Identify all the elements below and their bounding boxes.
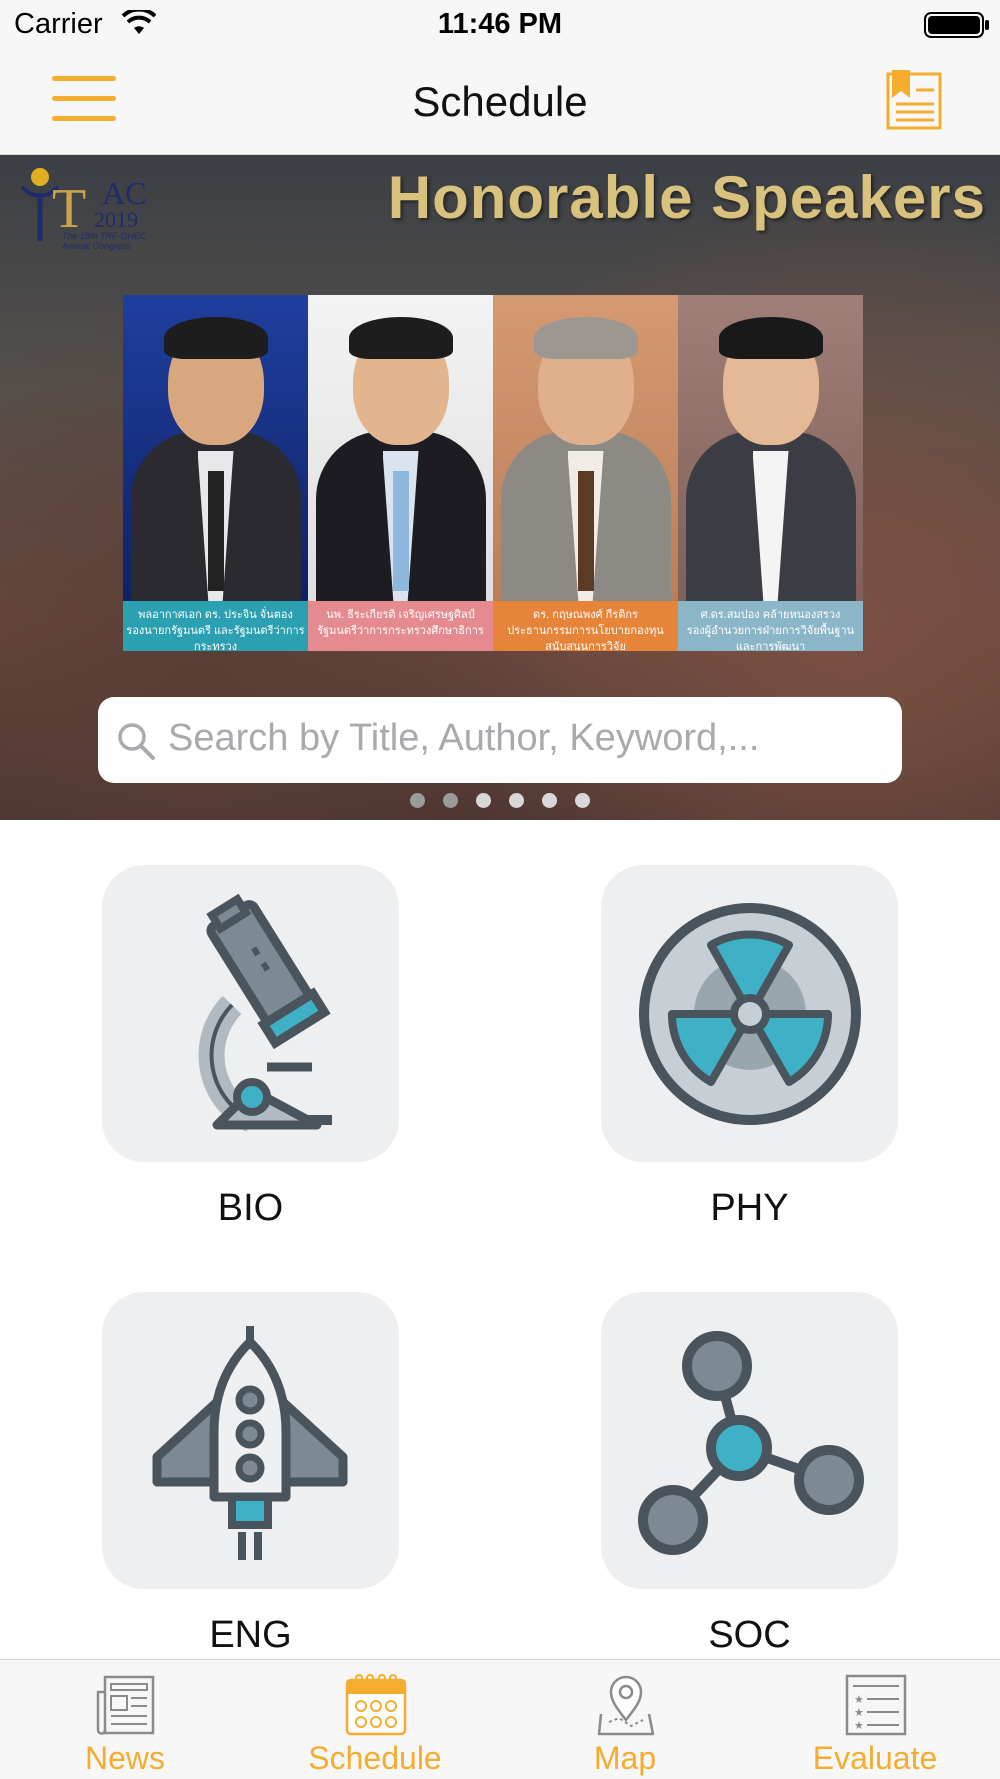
speaker-name: ศ.ดร.สมปอง คล้ายหนองสรวง [700, 609, 841, 621]
category-tile-eng[interactable] [102, 1292, 399, 1589]
svg-text:★: ★ [854, 1719, 864, 1732]
tab-schedule[interactable]: Schedule [250, 1660, 500, 1779]
speaker-name: พลอากาศเอก ดร. ประจิน จั่นตอง [138, 609, 293, 621]
tab-label: Evaluate [812, 1740, 938, 1776]
page-dot[interactable] [476, 793, 491, 808]
logo-subtitle: The 18th TRF-OHEC Annual Congress [62, 231, 147, 251]
category-tile-phy[interactable] [601, 865, 898, 1162]
newspaper-icon [96, 1675, 155, 1735]
speaker-name: นพ. ธีระเกียรติ เจริญเศรษฐศิลป์ [326, 609, 475, 621]
tab-bar: News Schedule Map ★ ★ ★ Evaluate [0, 1659, 1000, 1779]
speaker-role: รัฐมนตรีว่าการกระทรวงศึกษาธิการ [317, 625, 484, 637]
category-label: PHY [710, 1187, 789, 1229]
search-icon [118, 723, 155, 760]
svg-text:★: ★ [854, 1693, 864, 1706]
bookmark-document-icon[interactable] [886, 68, 942, 130]
speaker-portraits: พลอากาศเอก ดร. ประจิน จั่นตองรองนายกรัฐม… [123, 295, 873, 651]
page-dot[interactable] [542, 793, 557, 808]
checklist-icon: ★ ★ ★ [845, 1674, 907, 1736]
tab-news[interactable]: News [0, 1660, 250, 1779]
tab-label: News [84, 1740, 165, 1776]
category-label: ENG [209, 1614, 292, 1656]
category-tile-bio[interactable] [102, 865, 399, 1162]
tab-label: Schedule [308, 1740, 442, 1776]
radiation-icon [639, 903, 861, 1125]
speaker-role: รองนายกรัฐมนตรี และรัฐมนตรีว่าการกระทรวง [126, 625, 305, 651]
status-bar: Carrier 11:46 PM [0, 0, 1000, 50]
carousel-page-indicator[interactable] [0, 793, 1000, 813]
banner-headline: Honorable Speakers [387, 164, 986, 231]
search-placeholder: Search by Title, Author, Keyword,... [168, 717, 760, 759]
speaker-portrait: นพ. ธีระเกียรติ เจริญเศรษฐศิลป์รัฐมนตรีว… [308, 295, 493, 651]
map-pin-icon [597, 1675, 655, 1736]
logo-year: 2019 [94, 207, 138, 232]
page-title: Schedule [412, 78, 588, 125]
page-dot[interactable] [410, 793, 425, 808]
molecule-icon [638, 1331, 864, 1555]
congress-logo: T AC 2019 The 18th TRF-OHEC Annual Congr… [12, 165, 152, 251]
speaker-name: ดร. กฤษณพงศ์ กีรติกร [533, 609, 638, 621]
speaker-role: ประธานกรรมการนโยบายกองทุนสนับสนุนการวิจั… [507, 625, 664, 651]
calendar-icon [345, 1674, 407, 1736]
category-label: SOC [708, 1614, 791, 1656]
microscope-icon [198, 893, 332, 1132]
navigation-bar: Schedule [0, 50, 1000, 155]
page-dot[interactable] [509, 793, 524, 808]
page-dot[interactable] [575, 793, 590, 808]
speaker-portrait: ศ.ดร.สมปอง คล้ายหนองสรวงรองผู้อำนวยการฝ่… [678, 295, 863, 651]
speaker-role: รองผู้อำนวยการฝ่ายการวิจัยพื้นฐานและการพ… [686, 625, 855, 651]
speaker-portrait: ดร. กฤษณพงศ์ กีรติกรประธานกรรมการนโยบายก… [493, 295, 678, 651]
search-input[interactable]: Search by Title, Author, Keyword,... [98, 697, 902, 783]
page-dot[interactable] [443, 793, 458, 808]
category-tile-soc[interactable] [601, 1292, 898, 1589]
rocket-icon [152, 1326, 348, 1560]
svg-text:★: ★ [854, 1706, 864, 1719]
battery-icon [924, 12, 989, 38]
tab-evaluate[interactable]: ★ ★ ★ Evaluate [750, 1660, 1000, 1779]
clock: 11:46 PM [437, 8, 563, 40]
category-label: BIO [217, 1187, 284, 1229]
tab-map[interactable]: Map [500, 1660, 750, 1779]
speaker-portrait: พลอากาศเอก ดร. ประจิน จั่นตองรองนายกรัฐม… [123, 295, 308, 651]
tab-label: Map [593, 1740, 657, 1776]
